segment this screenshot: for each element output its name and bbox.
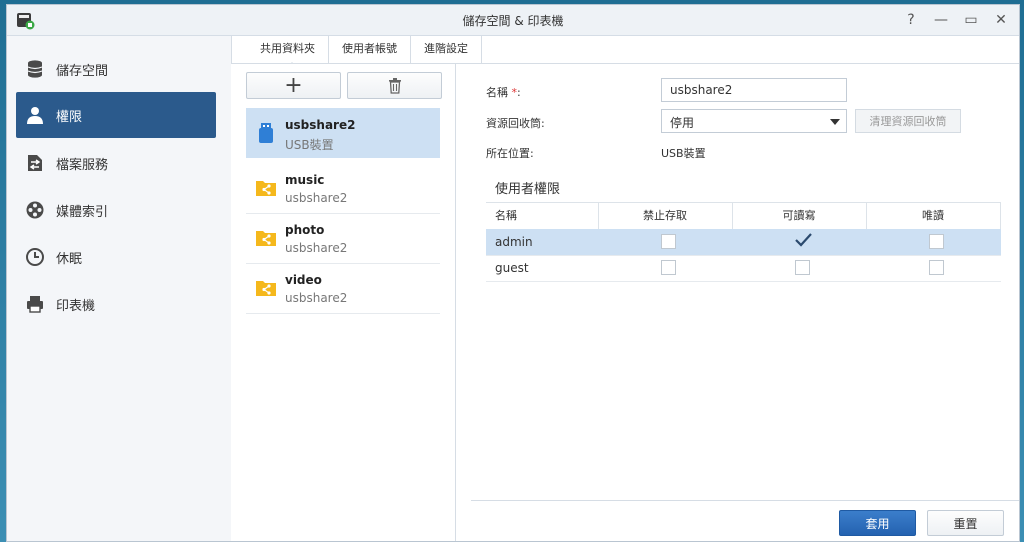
read-only-checkbox[interactable] <box>929 260 944 275</box>
tab-bar: 共用資料夾 使用者帳號 進階設定 <box>247 36 482 64</box>
name-label-colon: : <box>517 86 521 99</box>
sidebar: 儲存空間 權限 檔案服務 媒體索引 休眠 印表機 <box>7 36 232 541</box>
plus-icon: + <box>284 72 303 98</box>
column-header-name[interactable]: 名稱 <box>495 203 517 229</box>
permissions-grid: 名稱 禁止存取 可讀寫 唯讀 admin guest <box>486 202 1001 282</box>
usb-drive-icon <box>259 123 273 143</box>
help-button[interactable]: ? <box>902 11 920 29</box>
sidebar-item-permissions[interactable]: 權限 <box>16 92 216 138</box>
read-write-checkbox[interactable] <box>795 233 812 249</box>
share-name-field[interactable]: usbshare2 <box>661 78 847 102</box>
column-header-deny[interactable]: 禁止存取 <box>598 203 732 229</box>
tab-advanced[interactable]: 進階設定 <box>411 36 482 64</box>
shared-folder-list-pane: + usbshare2 USB裝置 music usbshare2 photo … <box>231 64 456 541</box>
shared-folder-icon <box>256 181 276 196</box>
sidebar-item-storage[interactable]: 儲存空間 <box>16 46 216 92</box>
maximize-button[interactable]: ▭ <box>962 11 980 29</box>
permissions-section-title: 使用者權限 <box>495 182 561 197</box>
apply-button[interactable]: 套用 <box>839 510 916 536</box>
trash-icon <box>388 77 401 94</box>
file-transfer-icon <box>24 152 46 174</box>
location-value: USB裝置 <box>661 147 706 160</box>
reset-button[interactable]: 重置 <box>927 510 1004 536</box>
name-label-text: 名稱 <box>486 86 508 99</box>
user-name: guest <box>495 261 529 275</box>
shared-folder-icon <box>256 281 276 296</box>
empty-recycle-bin-button[interactable]: 清理資源回收筒 <box>855 109 961 133</box>
sidebar-item-label: 媒體索引 <box>56 204 109 220</box>
share-name: photo <box>285 223 325 237</box>
column-divider <box>1000 203 1001 229</box>
column-header-read-write[interactable]: 可讀寫 <box>732 203 866 229</box>
chevron-down-icon <box>830 119 840 125</box>
share-item-music[interactable]: music usbshare2 <box>246 163 440 214</box>
sidebar-item-label: 休眠 <box>56 251 83 267</box>
grid-header: 名稱 禁止存取 可讀寫 唯讀 <box>486 203 1001 230</box>
read-only-checkbox[interactable] <box>929 234 944 249</box>
read-write-checkbox[interactable] <box>795 260 810 275</box>
window-title: 儲存空間 & 印表機 <box>462 14 564 28</box>
film-reel-icon <box>24 199 46 221</box>
sidebar-item-label: 檔案服務 <box>56 157 109 173</box>
name-label: 名稱 *: <box>486 84 521 100</box>
sidebar-item-hibernation[interactable]: 休眠 <box>16 234 216 280</box>
share-name: music <box>285 173 325 187</box>
deny-checkbox[interactable] <box>661 260 676 275</box>
share-detail-panel: 名稱 *: usbshare2 資源回收筒: 停用 清理資源回收筒 所在位置: … <box>455 64 1019 541</box>
share-location: USB裝置 <box>285 138 334 152</box>
sidebar-item-printer[interactable]: 印表機 <box>16 281 216 327</box>
share-item-photo[interactable]: photo usbshare2 <box>246 213 440 264</box>
printer-icon <box>24 293 46 315</box>
recycle-bin-label: 資源回收筒: <box>486 117 545 130</box>
database-icon <box>24 58 46 80</box>
table-row[interactable]: guest <box>486 255 1001 282</box>
clock-icon <box>24 246 46 268</box>
user-icon <box>24 104 46 126</box>
user-name: admin <box>495 235 533 249</box>
column-header-read-only[interactable]: 唯讀 <box>866 203 1000 229</box>
share-location: usbshare2 <box>285 241 348 255</box>
checkmark-icon <box>795 233 812 247</box>
add-button[interactable]: + <box>246 72 341 99</box>
sidebar-item-label: 權限 <box>56 109 83 125</box>
minimize-button[interactable]: — <box>932 11 950 29</box>
recycle-bin-select[interactable]: 停用 <box>661 109 847 133</box>
title-bar[interactable]: 儲存空間 & 印表機 ? — ▭ ✕ <box>7 5 1019 36</box>
tab-shared-folders[interactable]: 共用資料夾 <box>247 36 329 64</box>
share-item-video[interactable]: video usbshare2 <box>246 263 440 314</box>
close-button[interactable]: ✕ <box>992 11 1010 29</box>
share-item-usbshare2[interactable]: usbshare2 USB裝置 <box>246 108 440 158</box>
app-window: 儲存空間 & 印表機 ? — ▭ ✕ 儲存空間 權限 檔案服務 媒體索引 休眠 … <box>6 4 1020 542</box>
delete-button[interactable] <box>347 72 442 99</box>
footer-divider <box>471 500 1019 501</box>
location-label: 所在位置: <box>486 147 534 160</box>
sidebar-item-label: 印表機 <box>56 298 96 314</box>
sidebar-item-media-index[interactable]: 媒體索引 <box>16 187 216 233</box>
deny-checkbox[interactable] <box>661 234 676 249</box>
share-name: video <box>285 273 322 287</box>
sidebar-item-label: 儲存空間 <box>56 63 109 79</box>
tab-user-accounts[interactable]: 使用者帳號 <box>329 36 411 64</box>
share-location: usbshare2 <box>285 191 348 205</box>
shared-folder-icon <box>256 231 276 246</box>
share-name: usbshare2 <box>285 118 356 132</box>
recycle-bin-value: 停用 <box>670 116 695 130</box>
share-location: usbshare2 <box>285 291 348 305</box>
sidebar-item-file-services[interactable]: 檔案服務 <box>16 140 216 186</box>
table-row[interactable]: admin <box>486 229 1001 256</box>
